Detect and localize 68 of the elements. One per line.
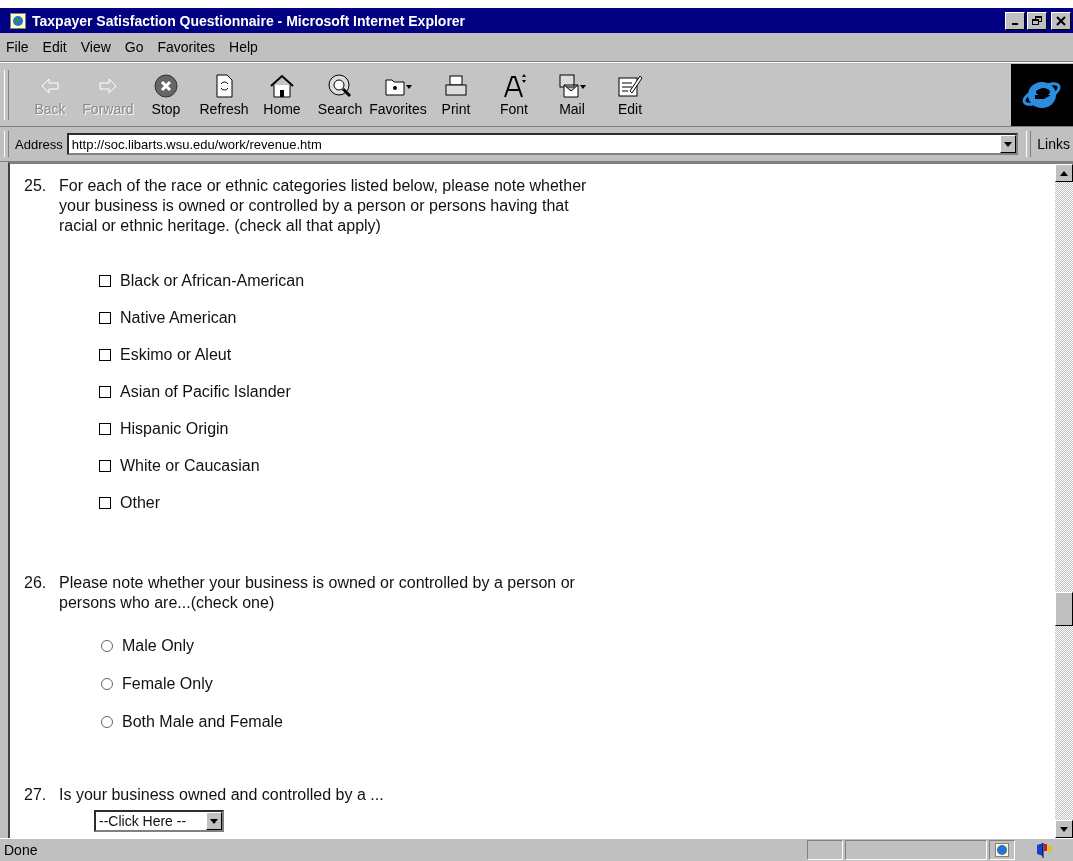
question-number: 27. (24, 785, 48, 805)
status-text: Done (3, 842, 39, 858)
scroll-down-button[interactable] (1055, 820, 1073, 838)
menu-item[interactable]: View (80, 39, 111, 55)
print-icon (442, 73, 470, 99)
question-number: 25. (24, 176, 48, 196)
option-label: Other (120, 493, 160, 512)
menu-item[interactable]: Edit (42, 39, 67, 55)
dropdown-button[interactable] (206, 812, 222, 830)
select-dropdown[interactable]: --Click Here -- (94, 810, 224, 832)
question-text: Please note whether your business is owned or controlled by a person or persons who are...(check one) (59, 573, 576, 613)
toolbar-button[interactable]: Search (311, 67, 369, 123)
minimize-icon (1012, 23, 1018, 25)
option-label: Both Male and Female (122, 713, 283, 731)
address-label: Address (15, 136, 63, 152)
home-icon (268, 73, 296, 99)
up-arrow-icon (1060, 170, 1068, 176)
edit-icon (616, 73, 644, 99)
checkbox[interactable] (99, 274, 111, 287)
mail-icon (558, 73, 586, 99)
scroll-up-button[interactable] (1055, 164, 1073, 182)
restore-button[interactable] (1027, 11, 1047, 30)
menu-item[interactable]: File (6, 39, 29, 55)
scroll-thumb[interactable] (1055, 592, 1073, 626)
menu-item[interactable]: Favorites (157, 39, 216, 55)
toolbar-button[interactable]: Mail (543, 67, 601, 123)
option-label: Male Only (122, 637, 195, 655)
menu-item[interactable]: Go (124, 39, 144, 55)
vertical-scrollbar[interactable] (1055, 164, 1073, 838)
toolbar-button[interactable]: Refresh (195, 67, 253, 123)
browser-icon (10, 12, 26, 29)
restore-icon (1032, 15, 1042, 26)
toolbar-button[interactable]: Print (427, 67, 485, 123)
option-label: Female Only (122, 675, 213, 693)
toolbar-button[interactable]: Font (485, 67, 543, 123)
checkbox[interactable] (99, 311, 111, 324)
close-button[interactable] (1051, 11, 1071, 30)
checkbox[interactable] (99, 496, 111, 509)
window-title: Taxpayer Satisfaction Questionnaire - Microsoft Internet Explorer (32, 12, 467, 29)
option-label: Hispanic Origin (120, 419, 229, 438)
zone-icon (995, 843, 1009, 857)
menu-item[interactable]: Help (229, 39, 258, 55)
checkbox[interactable] (99, 422, 111, 435)
toolbar-button[interactable]: Home (253, 67, 311, 123)
option-label: White or Caucasian (120, 456, 260, 475)
option-label: Black or African-American (120, 271, 305, 290)
option-label: Asian of Pacific Islander (120, 382, 291, 401)
question-number: 26. (24, 573, 48, 593)
toolbar-button[interactable]: Edit (601, 67, 659, 123)
stop-icon (152, 73, 180, 99)
option-label: Eskimo or Aleut (120, 345, 232, 364)
close-icon (1056, 15, 1066, 26)
question-text: For each of the race or ethnic categories listed below, please note whether your business is owned or controlled by a person or persons having that racial or ethnic heritage. (check all that apply) (59, 176, 588, 236)
flags-icon (1035, 842, 1053, 858)
address-field[interactable]: http://soc.libarts.wsu.edu/work/revenue.htm (66, 133, 1019, 155)
toolbar-button[interactable]: Favorites (369, 67, 427, 123)
down-arrow-icon (1060, 826, 1068, 832)
option-label: Native American (120, 308, 237, 327)
checkbox[interactable] (99, 459, 111, 472)
status-panel (807, 840, 843, 860)
toolbar-button[interactable]: Stop (137, 67, 195, 123)
links-button[interactable]: Links (1037, 136, 1073, 152)
checkbox[interactable] (99, 348, 111, 361)
caret-icon (210, 818, 218, 824)
search-icon (326, 73, 354, 99)
checkbox[interactable] (99, 385, 111, 398)
question-text: Is your business owned and controlled by a ... (59, 785, 384, 805)
minimize-button[interactable] (1005, 11, 1025, 30)
